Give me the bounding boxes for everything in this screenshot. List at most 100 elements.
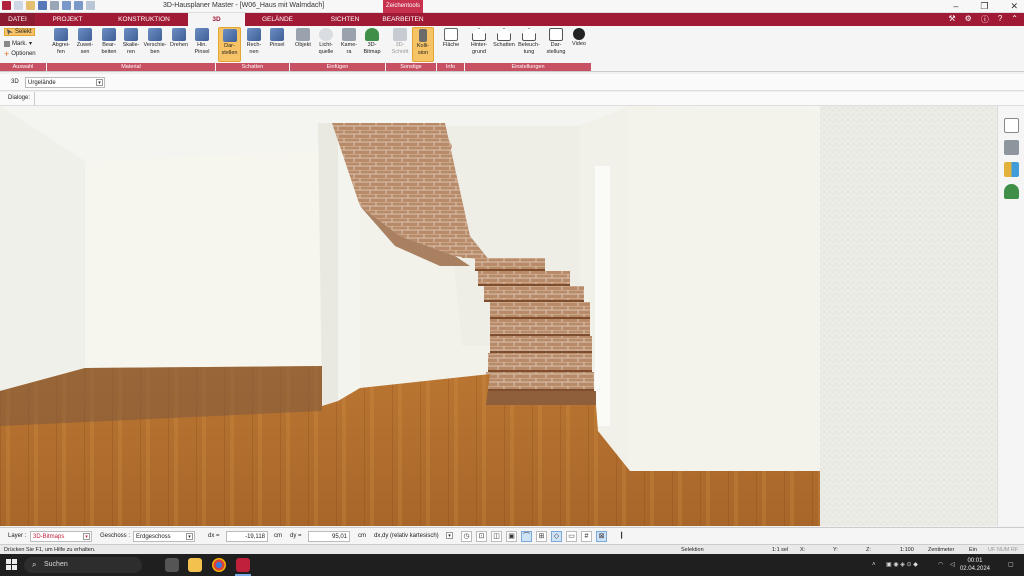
3d-scene <box>0 106 997 526</box>
move-icon <box>148 28 162 41</box>
verschieben-button[interactable]: Verschie- ben <box>142 28 168 55</box>
chrome-icon[interactable] <box>212 558 226 572</box>
schatten-settings-button[interactable]: Schatten <box>491 28 517 49</box>
area-icon <box>444 28 458 41</box>
context-tab-zeichentools[interactable]: Zeichentools <box>383 0 423 13</box>
group-einfuegen: Einfügen <box>290 63 385 71</box>
materials-icon[interactable] <box>1004 162 1019 177</box>
tab-gelaende[interactable]: GELÄNDE <box>245 13 310 26</box>
notification-icon[interactable]: ▢ <box>1008 554 1014 576</box>
snap-point-icon[interactable]: ⊡ <box>476 531 487 542</box>
layer-select[interactable]: 3D-Bitmaps ▾ <box>30 531 92 542</box>
dx-input[interactable]: -19,118 <box>226 531 268 542</box>
background-icon <box>472 28 486 41</box>
dx-label: dx = <box>208 533 220 539</box>
lichtquelle-button[interactable]: Licht- quelle <box>315 28 337 55</box>
taskbar-clock[interactable]: 00:01 02.04.2024 <box>960 557 990 573</box>
chair-icon[interactable] <box>1004 140 1019 155</box>
hintergrund-button[interactable]: Hinter- grund <box>468 28 490 55</box>
snap-curve-icon[interactable]: ⌒ <box>521 531 532 542</box>
chair-icon <box>296 28 310 41</box>
print-icon[interactable] <box>50 1 59 10</box>
tree-icon[interactable] <box>1004 184 1019 199</box>
kamera-button[interactable]: Kame- ra <box>338 28 360 55</box>
save-icon[interactable] <box>38 1 47 10</box>
optionen-button[interactable]: + Optionen <box>4 50 36 59</box>
group-einstellungen: Einstellungen <box>465 63 591 71</box>
mark-button[interactable]: Mark. ▾ <box>4 40 32 47</box>
snap-line-icon[interactable]: ◫ <box>491 531 502 542</box>
objekt-button[interactable]: Objekt <box>292 28 314 49</box>
taskbar-search[interactable]: ⌕ Suchen <box>24 557 142 573</box>
task-view-icon[interactable] <box>165 558 179 572</box>
collapse-ribbon-icon[interactable]: ⌃ <box>1011 14 1018 25</box>
more-icon[interactable]: ❙ <box>616 531 627 542</box>
clock-icon[interactable]: ◷ <box>461 531 472 542</box>
flaeche-button[interactable]: Fläche <box>440 28 462 49</box>
tab-projekt[interactable]: PROJEKT <box>35 13 100 26</box>
settings-icon[interactable]: ⚙ <box>965 14 972 25</box>
snap-plane-icon[interactable]: ◇ <box>551 531 562 542</box>
wifi-icon[interactable]: ◠ <box>938 554 943 576</box>
close-button[interactable]: ✕ <box>1010 0 1018 12</box>
tray-app-icons[interactable]: ▣ ◉ ◈ ⊙ ◆ <box>886 554 918 576</box>
coord-mode-select[interactable]: dx,dy (relativ kartesisch) ▾ <box>372 531 454 542</box>
tab-sichten[interactable]: SICHTEN <box>310 13 380 26</box>
tab-bearbeiten[interactable]: BEARBEITEN <box>380 13 426 26</box>
title-bar: 3D-Hausplaner Master - [W06_Haus mit Wal… <box>0 0 1024 13</box>
shadow-settings-icon <box>497 28 511 41</box>
side-panel <box>997 106 1024 526</box>
tab-datei[interactable]: DATEI <box>0 13 35 26</box>
snap-surface-icon[interactable]: ▭ <box>566 531 577 542</box>
property-row: 3D Urgelände ▾ <box>0 74 1024 91</box>
display-settings-icon <box>549 28 563 41</box>
skalieren-button[interactable]: Skalie- ren <box>120 28 142 55</box>
beleuchtung-button[interactable]: Beleuch- tung <box>517 28 541 55</box>
undo-icon[interactable] <box>62 1 71 10</box>
3d-schnitt-button[interactable]: 3D- Schnitt <box>389 28 411 55</box>
bearbeiten-button[interactable]: Bear- beiten <box>98 28 120 55</box>
abgreifen-button[interactable]: Abgrei- fen <box>50 28 72 55</box>
redo-icon[interactable] <box>74 1 83 10</box>
group-info: Info <box>437 63 464 71</box>
hin-pinsel-button[interactable]: Hin. Pinsel <box>191 28 213 55</box>
snap-grid-icon[interactable]: ⊞ <box>536 531 547 542</box>
scale-icon <box>124 28 138 41</box>
minimize-button[interactable]: – <box>953 0 958 12</box>
tab-3d[interactable]: 3D <box>188 13 245 26</box>
dy-input[interactable]: 95,01 <box>308 531 350 542</box>
tools-icon[interactable]: ⚒ <box>949 14 956 25</box>
tab-konstruktion[interactable]: KONSTRUKTION <box>100 13 188 26</box>
darstellung-button[interactable]: Dar- stellung <box>544 28 568 55</box>
new-file-icon[interactable] <box>14 1 23 10</box>
layers-icon[interactable] <box>1004 118 1019 133</box>
drehen-button[interactable]: Drehen <box>168 28 190 49</box>
darstellen-button[interactable]: Dar- stellen <box>218 27 241 62</box>
snap-object-icon[interactable]: ▣ <box>506 531 517 542</box>
lightbulb-icon <box>319 28 333 41</box>
tray-chevron-icon[interactable]: ˄ <box>872 554 876 576</box>
crosshair-icon[interactable]: ⊠ <box>596 531 607 542</box>
zuweisen-button[interactable]: Zuwei- sen <box>74 28 96 55</box>
chevron-down-icon: ▾ <box>96 79 103 86</box>
open-file-icon[interactable] <box>26 1 35 10</box>
help-icon[interactable]: ? <box>998 14 1002 25</box>
hausplaner-icon[interactable] <box>236 558 250 572</box>
3d-bitmap-button[interactable]: 3D- Bitmap <box>361 28 383 55</box>
terrain-select[interactable]: Urgelände ▾ <box>25 77 105 88</box>
help-icon[interactable] <box>86 1 95 10</box>
geschoss-select[interactable]: Erdgeschoss ▾ <box>133 531 195 542</box>
volume-icon[interactable]: ◁ <box>950 554 955 576</box>
selekt-button[interactable]: Selekt <box>4 28 35 36</box>
rechnen-button[interactable]: Rech- nen <box>243 28 265 55</box>
video-button[interactable]: Video <box>569 28 589 48</box>
3d-viewport[interactable] <box>0 106 997 526</box>
grid-icon[interactable]: # <box>581 531 592 542</box>
kollision-button[interactable]: Kolli- sion <box>412 27 434 62</box>
shadow-brush-icon <box>270 28 284 41</box>
info-icon[interactable]: ⓘ <box>981 14 989 25</box>
restore-button[interactable]: ❐ <box>980 0 988 12</box>
windows-start-icon[interactable] <box>6 559 18 571</box>
pinsel-button[interactable]: Pinsel <box>266 28 288 49</box>
file-explorer-icon[interactable] <box>188 558 202 572</box>
